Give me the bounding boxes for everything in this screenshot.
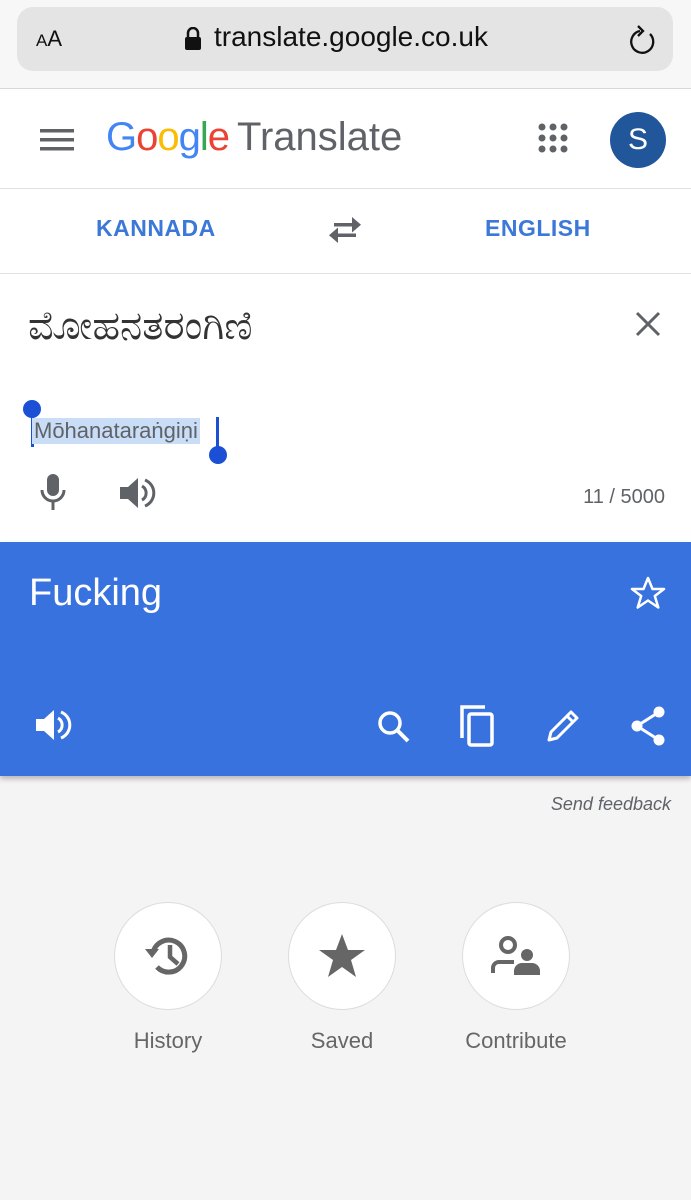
contribute-label: Contribute xyxy=(465,1028,567,1053)
text-size-large: A xyxy=(47,26,63,51)
text-size-small: A xyxy=(36,31,48,50)
send-feedback-link[interactable]: Send feedback xyxy=(551,794,671,815)
apps-grid-icon[interactable] xyxy=(538,123,568,153)
target-language-button[interactable]: ENGLISH xyxy=(485,215,591,242)
app-header: Google Translate S xyxy=(0,89,691,189)
transliteration-text[interactable]: Mōhanataraṅgiṇi xyxy=(32,418,200,444)
selection-end-handle[interactable] xyxy=(209,446,227,464)
source-language-button[interactable]: KANNADA xyxy=(96,215,216,242)
saved-shortcut[interactable]: Saved xyxy=(272,902,412,1054)
account-avatar[interactable]: S xyxy=(610,112,666,168)
selection-end-caret xyxy=(216,417,219,447)
text-size-button[interactable]: AA xyxy=(36,26,62,52)
listen-source-icon[interactable] xyxy=(120,476,156,510)
url-text[interactable]: translate.google.co.uk xyxy=(214,21,488,53)
logo-letter: o xyxy=(136,115,158,159)
reload-icon[interactable] xyxy=(626,24,658,58)
lock-icon xyxy=(185,27,201,50)
logo-letter: o xyxy=(157,115,179,159)
logo-letter: g xyxy=(178,115,201,159)
search-icon[interactable] xyxy=(377,710,411,744)
logo-letter: l xyxy=(199,115,209,159)
translation-result-card: Fucking xyxy=(0,542,691,776)
contribute-shortcut[interactable]: Contribute xyxy=(446,902,586,1054)
saved-button[interactable] xyxy=(288,902,396,1010)
copy-icon[interactable] xyxy=(459,704,495,748)
product-name: Translate xyxy=(237,115,403,159)
history-label: History xyxy=(133,1028,203,1053)
swap-languages-icon[interactable] xyxy=(328,216,362,244)
logo-letter: G xyxy=(106,115,137,159)
menu-icon[interactable] xyxy=(40,129,74,151)
browser-toolbar: AA translate.google.co.uk xyxy=(0,0,691,89)
listen-translation-icon[interactable] xyxy=(36,708,72,742)
google-translate-logo[interactable]: Google Translate xyxy=(106,115,402,160)
history-icon xyxy=(145,937,188,975)
history-shortcut[interactable]: History xyxy=(98,902,238,1054)
clear-icon[interactable] xyxy=(634,310,662,338)
source-input-panel: ಮೋಹನತರಂಗಿಣಿ Mōhanataraṅgiṇi 11 / 5000 xyxy=(0,274,691,542)
contribute-icon xyxy=(491,936,540,975)
contribute-button[interactable] xyxy=(462,902,570,1010)
character-count: 11 / 5000 xyxy=(583,486,665,508)
microphone-icon[interactable] xyxy=(40,474,66,510)
language-selector: KANNADA ENGLISH xyxy=(0,189,691,274)
source-text-input[interactable]: ಮೋಹನತರಂಗಿಣಿ xyxy=(28,304,253,349)
selection-start-handle[interactable] xyxy=(23,400,41,418)
history-button[interactable] xyxy=(114,902,222,1010)
star-icon xyxy=(319,934,365,977)
share-icon[interactable] xyxy=(630,706,666,746)
save-translation-star-icon[interactable] xyxy=(630,576,666,610)
translation-text[interactable]: Fucking xyxy=(29,572,162,615)
logo-letter: e xyxy=(207,115,230,159)
edit-pencil-icon[interactable] xyxy=(545,708,581,744)
saved-label: Saved xyxy=(310,1028,374,1053)
